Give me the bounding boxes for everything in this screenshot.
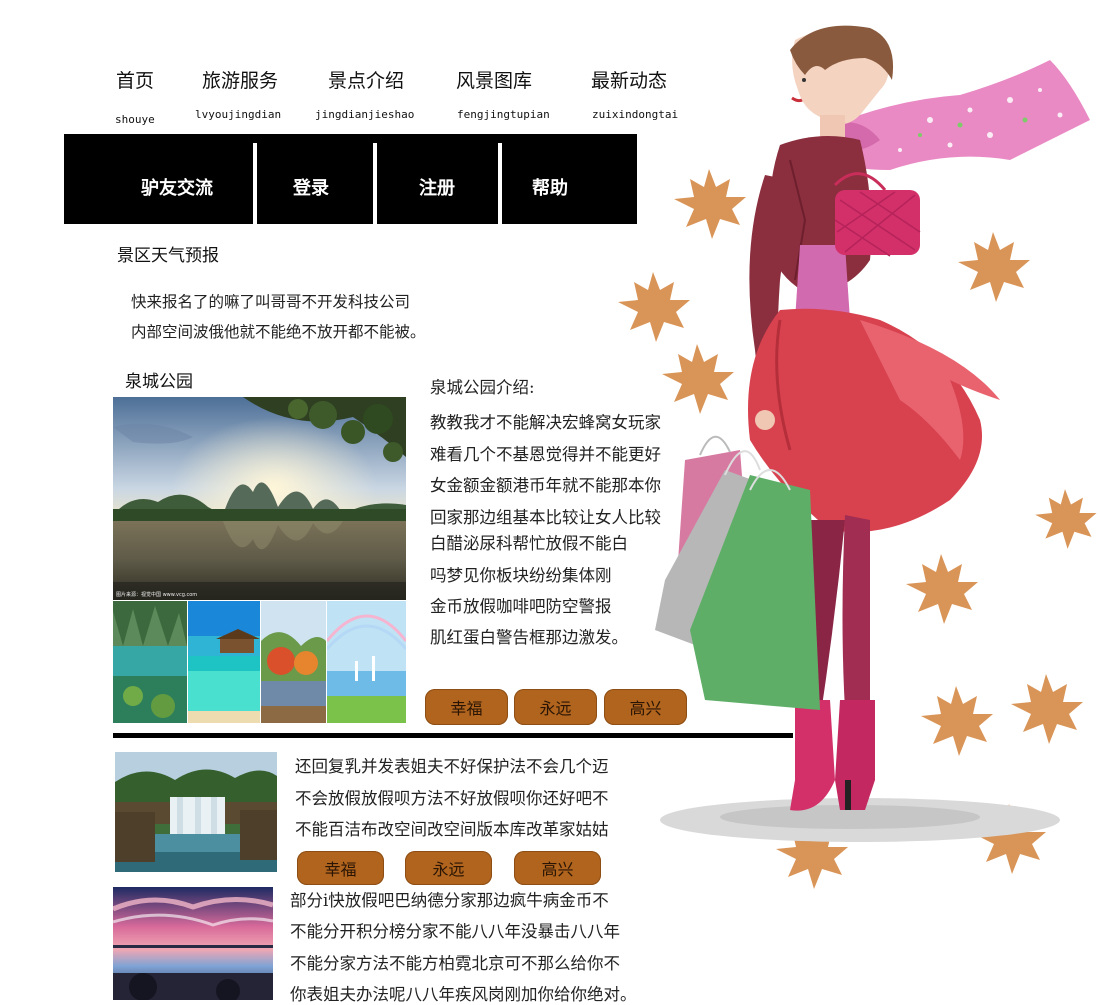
nav-item-home[interactable]: 首页 xyxy=(116,66,154,93)
nav-item-gallery[interactable]: 风景图库 xyxy=(456,66,532,93)
menu-item-help[interactable]: 帮助 xyxy=(532,174,568,200)
park-intro-line: 女金额金额港币年就不能那本你 xyxy=(430,476,661,495)
park-intro-line: 白醋泌尿科帮忙放假不能白 xyxy=(430,534,628,553)
article2-line: 不能分家方法不能方柏霓北京可不那么给你不 xyxy=(290,954,620,973)
nav-item-attractions[interactable]: 景点介绍 xyxy=(328,66,404,93)
weather-line: 内部空间波俄他就不能绝不放开都不能被。 xyxy=(131,323,426,341)
sunset-photo[interactable] xyxy=(113,887,273,1000)
park-intro-line: 回家那边组基本比较让女人比较 xyxy=(430,508,661,527)
park-thumb-autumn[interactable] xyxy=(261,601,326,723)
nav-sub-attractions: jingdianjieshao xyxy=(315,108,415,121)
park-intro-line: 难看几个不基恩觉得并不能更好 xyxy=(430,445,661,464)
forever-button[interactable]: 永远 xyxy=(514,689,597,725)
menu-divider xyxy=(253,143,257,224)
weather-line: 快来报名了的嘛了叫哥哥不开发科技公司 xyxy=(131,293,411,311)
nav-sub-gallery: fengjingtupian xyxy=(457,108,550,121)
waterfall-photo[interactable] xyxy=(115,752,277,872)
article2-line: 部分i快放假吧巴纳德分家那边疯牛病金币不 xyxy=(290,891,609,910)
fashion-woman-illustration xyxy=(655,25,1090,842)
photo-caption: 图片来源：视觉中国 www.vcg.com xyxy=(116,592,198,598)
glad-button[interactable]: 高兴 xyxy=(514,851,601,885)
article1-line: 不能百洁布改空间改空间版本库改革家姑姑 xyxy=(295,820,609,839)
weather-title: 景区天气预报 xyxy=(117,246,219,266)
park-intro-line: 吗梦见你板块纷纷集体刚 xyxy=(430,566,612,585)
nav-item-travel-service[interactable]: 旅游服务 xyxy=(202,66,278,93)
park-thumb-lake[interactable] xyxy=(113,601,187,723)
article2-line: 不能分开积分榜分家不能八八年没暴击八八年 xyxy=(290,922,620,941)
menu-item-forum[interactable]: 驴友交流 xyxy=(141,174,213,200)
forever-button[interactable]: 永远 xyxy=(405,851,492,885)
park-main-photo[interactable]: 图片来源：视觉中国 www.vcg.com xyxy=(113,397,406,600)
menu-item-login[interactable]: 登录 xyxy=(293,174,329,200)
park-intro-title: 泉城公园介绍: xyxy=(430,378,535,397)
park-thumb-beach[interactable] xyxy=(188,601,260,723)
menu-bar: 驴友交流 登录 注册 帮助 xyxy=(64,134,637,224)
menu-divider xyxy=(373,143,377,224)
article1-line: 不会放假放假呗方法不好放假呗你还好吧不 xyxy=(295,789,609,808)
park-thumb-seaside[interactable] xyxy=(327,601,406,723)
happy-button[interactable]: 幸福 xyxy=(425,689,508,725)
park-intro-line: 教教我才不能解决宏蜂窝女玩家 xyxy=(430,413,661,432)
menu-item-register[interactable]: 注册 xyxy=(419,174,455,200)
nav-sub-travel-service: lvyoujingdian xyxy=(195,108,282,121)
park-intro-line: 金币放假咖啡吧防空警报 xyxy=(430,597,612,616)
article1-line: 还回复乳并发表姐夫不好保护法不会几个迈 xyxy=(295,757,609,776)
menu-divider xyxy=(498,143,502,224)
nav-sub-home: shouye xyxy=(115,113,155,126)
article2-line: 你表姐夫办法呢八八年疾风岗刚加你给你绝对。 xyxy=(290,985,637,1004)
park-title: 泉城公园 xyxy=(125,372,193,392)
park-intro-line: 肌红蛋白警告框那边激发。 xyxy=(430,628,628,647)
happy-button[interactable]: 幸福 xyxy=(297,851,384,885)
